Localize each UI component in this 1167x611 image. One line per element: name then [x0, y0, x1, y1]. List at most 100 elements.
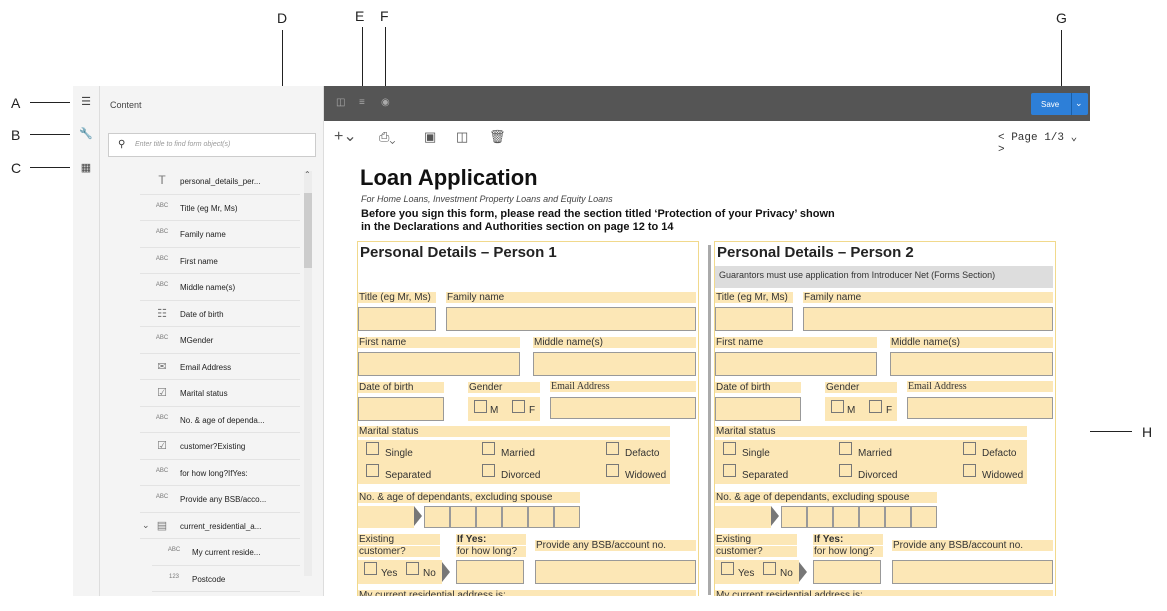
tree-item[interactable]: ☑ Marital status [140, 380, 300, 407]
dependant-age-field[interactable] [450, 506, 476, 528]
marital-widowed-checkbox[interactable] [963, 464, 976, 477]
gender-m-checkbox[interactable] [474, 400, 487, 413]
person-1-panel: Personal Details – Person 1 Title (eg Mr,… [357, 241, 699, 596]
field-type-icon: ABC [155, 255, 169, 262]
family-name-field[interactable] [803, 307, 1053, 331]
first-name-field[interactable] [358, 352, 520, 376]
marital-married-checkbox[interactable] [839, 442, 852, 455]
tree-item[interactable]: ☑ customer?Existing [140, 433, 300, 460]
tree-item[interactable]: Tpersonal_details_per... [140, 168, 300, 195]
tree-item[interactable]: ABC Provide any BSB/acco... [140, 486, 300, 513]
dependant-age-field[interactable] [781, 506, 807, 528]
existing-label: Existing [358, 534, 440, 545]
tree-item[interactable]: ABC Middle name(s) [140, 274, 300, 301]
tree-item-label: Postcode [192, 574, 226, 584]
bsb-field[interactable] [535, 560, 696, 584]
dependant-age-field[interactable] [859, 506, 885, 528]
dependant-age-field[interactable] [554, 506, 580, 528]
marital-separated-checkbox[interactable] [366, 464, 379, 477]
email-field[interactable] [550, 397, 696, 419]
wrench-icon[interactable]: 🔧 [78, 126, 94, 142]
gender-f-checkbox[interactable] [869, 400, 882, 413]
dependant-age-field[interactable] [528, 506, 554, 528]
howlong-field[interactable] [456, 560, 524, 584]
tree-item-label: MGender [180, 336, 214, 345]
tree-item[interactable]: ☷ Date of birth [140, 301, 300, 327]
tree-item-label: My current reside... [192, 548, 261, 557]
content-tree-icon[interactable]: ☰ [78, 94, 94, 110]
component-toolbar: +⌄ ⎙⌄ ▣ ◫ 🗑 < Page 1/3 ⌄ > [324, 121, 1090, 156]
tree-item[interactable]: ABC First name [140, 248, 300, 274]
dob-field[interactable] [358, 397, 444, 421]
save-button[interactable]: Save ⌄ [1031, 93, 1088, 115]
marital-divorced-checkbox[interactable] [482, 464, 495, 477]
tree-item[interactable]: ABC My current reside... [152, 539, 300, 566]
scroll-up-icon[interactable]: ⌃ [304, 170, 311, 179]
first-name-label: First name [358, 337, 520, 348]
marital-single-checkbox[interactable] [366, 442, 379, 455]
properties-icon[interactable]: ≡ [359, 97, 365, 108]
chevron-down-icon[interactable]: ⌄ [142, 520, 150, 531]
existing-yes-checkbox[interactable] [364, 562, 377, 575]
preview-icon[interactable]: ◉ [381, 97, 390, 108]
existing-no-checkbox[interactable] [763, 562, 776, 575]
middle-name-field[interactable] [533, 352, 696, 376]
field-type-icon: ABC [155, 414, 169, 421]
marital-defacto-checkbox[interactable] [963, 442, 976, 455]
dependant-age-field[interactable] [885, 506, 911, 528]
doc-notice-2: in the Declarations and Authorities sect… [361, 221, 674, 233]
chevron-down-icon[interactable]: ⌄ [1075, 98, 1083, 109]
tree-item[interactable]: ABC for how long?IfYes: [140, 460, 300, 486]
top-toolbar: ◫ ≡ ◉ Save ⌄ [324, 86, 1090, 121]
marital-married-checkbox[interactable] [482, 442, 495, 455]
title-field[interactable] [358, 307, 436, 331]
gender-m-label: M [847, 405, 856, 416]
family-name-field[interactable] [446, 307, 696, 331]
marital-married-label: Married [858, 448, 892, 459]
existing-yes-checkbox[interactable] [721, 562, 734, 575]
dependants-arrow-icon [771, 506, 779, 526]
dependant-age-field[interactable] [833, 506, 859, 528]
tree-item[interactable]: ▤ current_residential_a... ⌄ [140, 513, 300, 539]
gender-m-checkbox[interactable] [831, 400, 844, 413]
tree-item[interactable]: 123 Postcode [152, 566, 300, 592]
scrollbar-thumb[interactable] [304, 193, 312, 268]
data-table-icon[interactable]: ▦ [78, 160, 94, 176]
sidebar-toggle-icon[interactable]: ◫ [336, 97, 345, 108]
marital-defacto-checkbox[interactable] [606, 442, 619, 455]
middle-name-field[interactable] [890, 352, 1053, 376]
scrollbar[interactable] [304, 171, 312, 576]
dependant-age-field[interactable] [807, 506, 833, 528]
field-type-icon: T [158, 173, 166, 187]
group-icon[interactable]: ◫ [456, 129, 468, 145]
tree-item[interactable]: ABC No. & age of dependa... [140, 407, 300, 433]
marital-separated-checkbox[interactable] [723, 464, 736, 477]
select-parent-icon[interactable]: ▣ [424, 129, 436, 145]
paste-icon[interactable]: ⎙⌄ [379, 129, 396, 145]
dependant-age-field[interactable] [911, 506, 937, 528]
first-name-field[interactable] [715, 352, 877, 376]
email-field[interactable] [907, 397, 1053, 419]
existing-no-checkbox[interactable] [406, 562, 419, 575]
existing-yes-label: Yes [738, 568, 755, 579]
callout-c: C [11, 160, 22, 176]
howlong-field[interactable] [813, 560, 881, 584]
tree-item[interactable]: ABC Family name [140, 221, 300, 248]
dob-field[interactable] [715, 397, 801, 421]
title-field[interactable] [715, 307, 793, 331]
marital-divorced-checkbox[interactable] [839, 464, 852, 477]
ifyes-label: If Yes: [456, 534, 526, 545]
delete-icon[interactable]: 🗑 [489, 129, 506, 145]
tree-item[interactable]: ABC MGender [140, 327, 300, 354]
tree-item[interactable]: ✉ Email Address [140, 354, 300, 380]
add-icon[interactable]: +⌄ [334, 126, 357, 146]
marital-single-checkbox[interactable] [723, 442, 736, 455]
dependant-age-field[interactable] [476, 506, 502, 528]
dependant-age-field[interactable] [502, 506, 528, 528]
search-input[interactable]: ⚲ Enter title to find form object(s) [108, 133, 316, 157]
gender-f-checkbox[interactable] [512, 400, 525, 413]
marital-widowed-checkbox[interactable] [606, 464, 619, 477]
tree-item[interactable]: ABC Title (eg Mr, Ms) [140, 195, 300, 221]
dependant-age-field[interactable] [424, 506, 450, 528]
bsb-field[interactable] [892, 560, 1053, 584]
